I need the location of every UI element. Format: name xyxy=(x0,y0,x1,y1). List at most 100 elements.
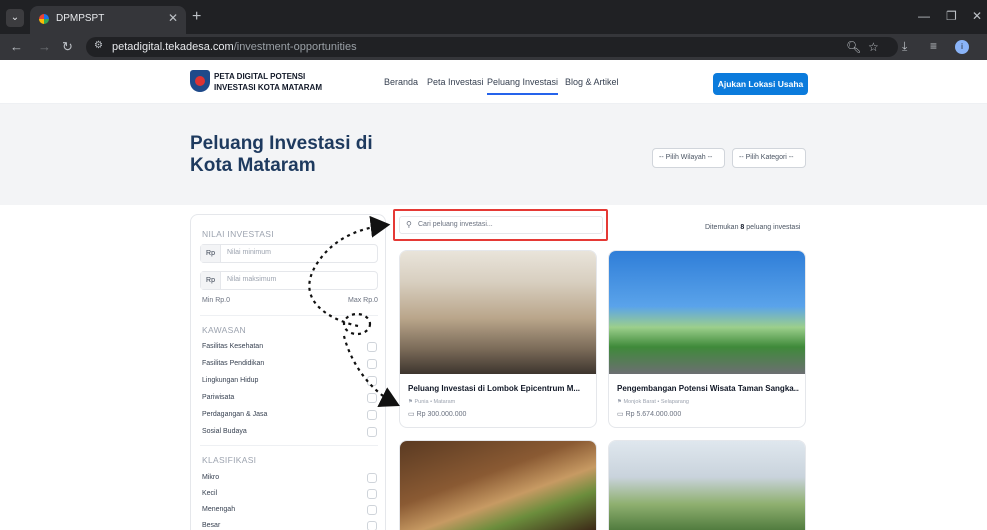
klasifikasi-checkbox[interactable] xyxy=(367,505,377,515)
minimize-icon[interactable]: — xyxy=(918,9,930,23)
kawasan-heading: KAWASAN xyxy=(202,325,246,335)
hero-section: Peluang Investasi di Kota Mataram -- Pil… xyxy=(0,104,987,205)
investment-card[interactable] xyxy=(608,440,806,530)
favicon-icon xyxy=(39,14,49,24)
zoom-icon[interactable]: 🔍︎ xyxy=(846,40,861,54)
klasifikasi-item: Mikro xyxy=(202,474,220,481)
brand-line-1: PETA DIGITAL POTENSI xyxy=(214,72,306,81)
klasifikasi-item: Kecil xyxy=(202,490,218,497)
region-select[interactable]: -- Pilih Wilayah -- xyxy=(652,148,725,168)
money-icon: ▭ xyxy=(408,411,417,418)
city-logo-icon[interactable] xyxy=(190,70,210,92)
card-image xyxy=(400,251,596,374)
max-range-label: Max Rp.0 xyxy=(348,297,378,304)
card-location-text: Monjok Barat • Selaparang xyxy=(623,399,689,405)
category-select-value: -- Pilih Kategori -- xyxy=(739,154,794,161)
profile-avatar-icon[interactable]: i xyxy=(955,40,969,54)
brand-line-2: INVESTASI KOTA MATARAM xyxy=(214,83,322,92)
investment-card[interactable] xyxy=(399,440,597,530)
reload-icon[interactable]: ↻ xyxy=(62,39,73,55)
submit-location-button[interactable]: Ajukan Lokasi Usaha xyxy=(713,73,808,95)
klasifikasi-checkbox[interactable] xyxy=(367,521,377,530)
search-highlight-box: ⚲ Cari peluang investasi... xyxy=(393,209,608,241)
card-location: ⚑ Monjok Barat • Selaparang xyxy=(617,399,689,405)
close-window-icon[interactable]: ✕ xyxy=(972,9,982,23)
kawasan-checkbox[interactable] xyxy=(367,410,377,420)
bookmark-star-icon[interactable]: ☆ xyxy=(868,40,879,54)
card-title: Pengembangan Potensi Wisata Taman Sangka… xyxy=(617,384,799,393)
card-location-text: Punia • Mataram xyxy=(414,399,456,405)
kawasan-item: Pariwisata xyxy=(202,394,235,401)
divider xyxy=(200,445,378,446)
kawasan-checkbox[interactable] xyxy=(367,427,377,437)
kawasan-checkbox[interactable] xyxy=(367,376,377,386)
url-field[interactable]: ⚙ petadigital.tekadesa.com/investment-op… xyxy=(86,37,898,57)
url-text: petadigital.tekadesa.com/investment-oppo… xyxy=(112,41,357,53)
money-icon: ▭ xyxy=(617,411,626,418)
region-select-value: -- Pilih Wilayah -- xyxy=(659,154,713,161)
category-select[interactable]: -- Pilih Kategori -- xyxy=(732,148,806,168)
nav-peluang-investasi[interactable]: Peluang Investasi xyxy=(487,77,559,95)
extensions-icon[interactable]: ≡ xyxy=(930,39,937,53)
card-title: Peluang Investasi di Lombok Epicentrum M… xyxy=(408,384,581,393)
tab-title: DPMPSPT xyxy=(56,13,105,24)
investment-card[interactable]: Pengembangan Potensi Wisata Taman Sangka… xyxy=(608,250,806,428)
investment-value-heading: NILAI INVESTASI xyxy=(202,229,274,239)
currency-prefix: Rp xyxy=(201,245,221,262)
kawasan-item: Sosial Budaya xyxy=(202,428,247,435)
min-value-placeholder: Nilai minimum xyxy=(227,249,271,256)
nav-peta-investasi[interactable]: Peta Investasi xyxy=(427,77,484,87)
site-header: PETA DIGITAL POTENSI INVESTASI KOTA MATA… xyxy=(0,60,987,104)
tab-close-icon[interactable]: ✕ xyxy=(168,11,178,25)
card-image xyxy=(609,251,805,374)
klasifikasi-checkbox[interactable] xyxy=(367,489,377,499)
results-count-number: 8 xyxy=(740,224,745,231)
klasifikasi-item: Besar xyxy=(202,522,221,529)
card-price-value: Rp 5.674.000.000 xyxy=(625,411,682,418)
min-value-input[interactable]: Rp Nilai minimum xyxy=(200,244,378,263)
back-icon[interactable]: ← xyxy=(10,39,23,54)
kawasan-item: Lingkungan Hidup xyxy=(202,377,259,384)
brand-name[interactable]: PETA DIGITAL POTENSI INVESTASI KOTA MATA… xyxy=(214,71,322,93)
page-title: Peluang Investasi di Kota Mataram xyxy=(190,133,373,176)
kawasan-checkbox[interactable] xyxy=(367,393,377,403)
nav-blog-artikel[interactable]: Blog & Artikel xyxy=(565,77,619,87)
forward-icon[interactable]: → xyxy=(38,39,51,54)
results-count-prefix: Ditemukan xyxy=(705,224,739,231)
currency-prefix: Rp xyxy=(201,272,221,289)
kawasan-checkbox[interactable] xyxy=(367,359,377,369)
klasifikasi-heading: KLASIFIKASI xyxy=(202,455,257,465)
new-tab-icon[interactable]: + xyxy=(192,8,201,26)
max-value-input[interactable]: Rp Nilai maksimum xyxy=(200,271,378,290)
klasifikasi-checkbox[interactable] xyxy=(367,473,377,483)
search-icon: ⚲ xyxy=(406,220,412,229)
site-info-icon[interactable]: ⚙ xyxy=(94,40,103,51)
card-price-value: Rp 300.000.000 xyxy=(416,411,467,418)
card-price: ▭ Rp 300.000.000 xyxy=(408,410,466,418)
card-image xyxy=(609,441,805,530)
browser-tab[interactable]: DPMPSPT ✕ xyxy=(30,6,186,34)
results-count: Ditemukan 8 peluang investasi xyxy=(705,224,800,231)
max-value-placeholder: Nilai maksimum xyxy=(227,276,277,283)
kawasan-item: Fasilitas Kesehatan xyxy=(202,343,264,350)
restore-icon[interactable]: ❐ xyxy=(946,9,957,23)
kawasan-item: Perdagangan & Jasa xyxy=(202,411,268,418)
browser-tab-bar: ⌄ DPMPSPT ✕ + — ❐ ✕ xyxy=(0,0,987,34)
download-icon[interactable]: ⤓ xyxy=(902,39,907,54)
tab-search-menu-icon[interactable]: ⌄ xyxy=(6,9,24,27)
card-price: ▭ Rp 5.674.000.000 xyxy=(617,410,681,418)
filter-panel: NILAI INVESTASI Rp Nilai minimum Rp Nila… xyxy=(190,214,386,530)
klasifikasi-item: Menengah xyxy=(202,506,236,513)
kawasan-checkbox[interactable] xyxy=(367,342,377,352)
search-placeholder: Cari peluang investasi... xyxy=(418,221,493,228)
min-range-label: Min Rp.0 xyxy=(202,297,231,304)
investment-card[interactable]: Peluang Investasi di Lombok Epicentrum M… xyxy=(399,250,597,428)
browser-address-bar: ← → ↻ ⚙ petadigital.tekadesa.com/investm… xyxy=(0,34,987,60)
kawasan-item: Fasilitas Pendidikan xyxy=(202,360,265,367)
divider xyxy=(200,315,378,316)
nav-beranda[interactable]: Beranda xyxy=(384,77,418,87)
search-input[interactable]: ⚲ Cari peluang investasi... xyxy=(399,216,603,234)
card-location: ⚑ Punia • Mataram xyxy=(408,399,455,405)
card-image xyxy=(400,441,596,530)
results-count-suffix: peluang investasi xyxy=(746,224,801,231)
